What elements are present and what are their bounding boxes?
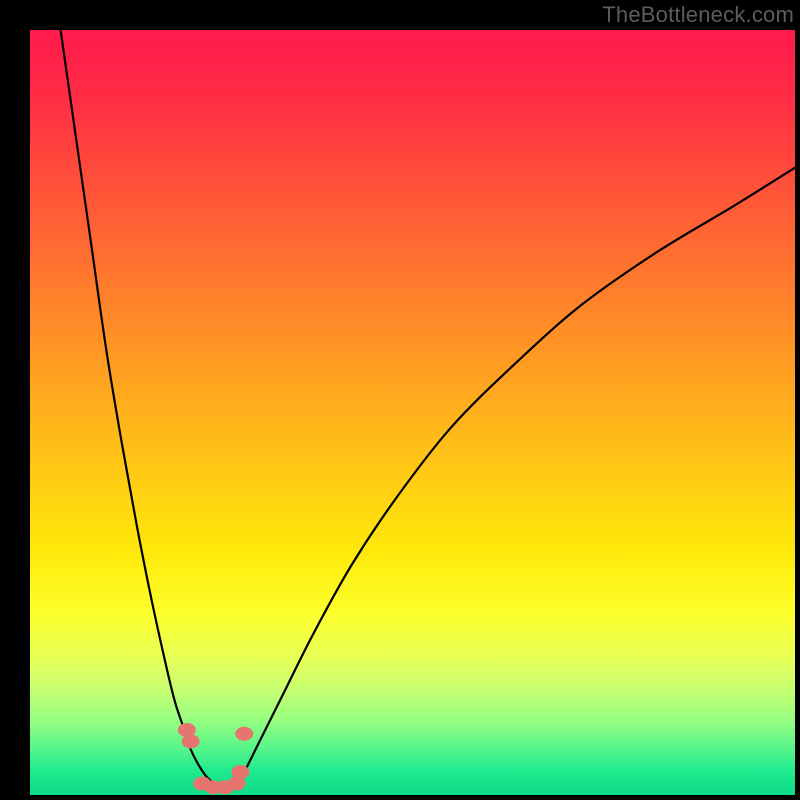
curve-right-branch <box>237 168 795 784</box>
curve-layer <box>30 30 795 795</box>
curve-left-branch <box>61 30 214 784</box>
floor-dot-5 <box>231 765 249 779</box>
chart-frame: TheBottleneck.com <box>0 0 800 800</box>
right-dot-1 <box>235 727 253 741</box>
plot-area <box>30 30 795 795</box>
left-dot-2 <box>182 734 200 748</box>
watermark-label: TheBottleneck.com <box>602 2 794 28</box>
marker-group <box>178 723 253 794</box>
